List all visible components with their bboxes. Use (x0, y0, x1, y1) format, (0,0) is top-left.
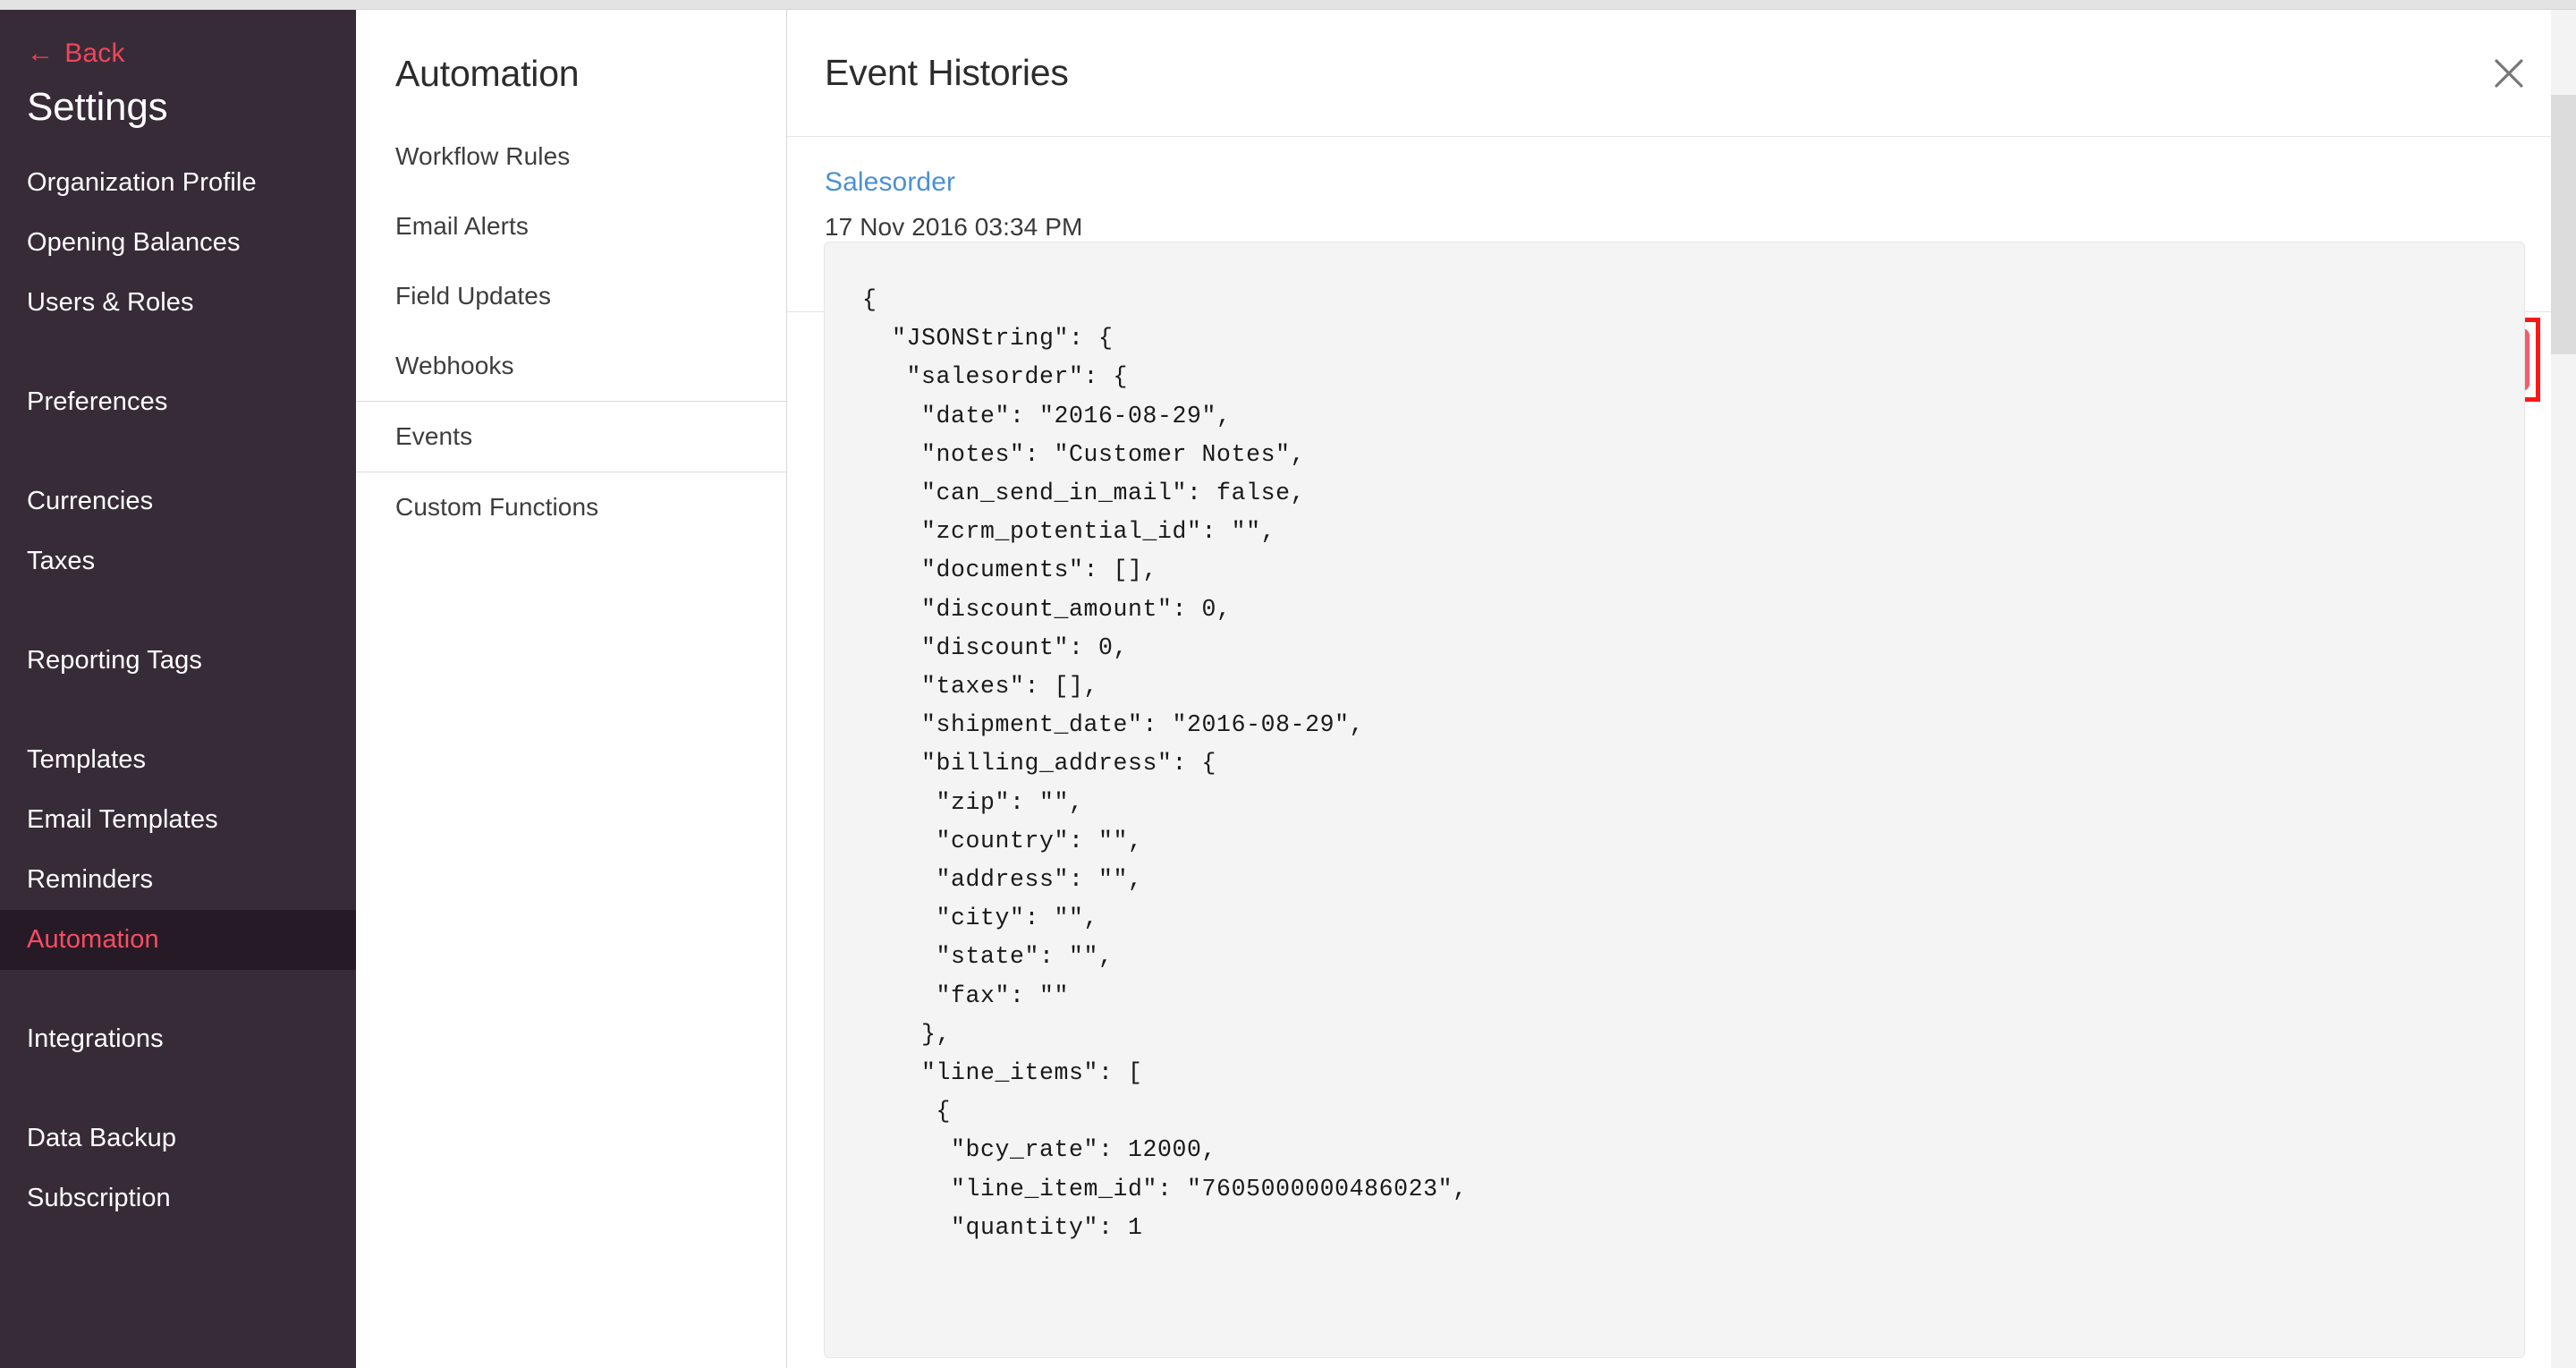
sidebar-item-taxes[interactable]: Taxes (0, 531, 356, 591)
sidebar-group-7: Data Backup Subscription (0, 1109, 356, 1241)
submenu-item-email-alerts[interactable]: Email Alerts (356, 191, 786, 261)
sidebar-item-preferences[interactable]: Preferences (0, 372, 356, 432)
submenu-item-workflow-rules[interactable]: Workflow Rules (356, 122, 786, 191)
panel-header: Event Histories (787, 10, 2576, 137)
sidebar-item-reporting-tags[interactable]: Reporting Tags (0, 631, 356, 691)
submenu-item-field-updates[interactable]: Field Updates (356, 261, 786, 331)
app-window: ← Back Settings Organization Profile Ope… (0, 0, 2576, 1368)
sidebar-item-automation[interactable]: Automation (0, 910, 356, 970)
top-strip (0, 0, 2576, 10)
sidebar-item-subscription[interactable]: Subscription (0, 1168, 356, 1228)
sidebar-group-3: Currencies Taxes (0, 472, 356, 604)
sidebar-divider-4 (0, 703, 356, 730)
submenu-item-events[interactable]: Events (356, 401, 786, 472)
sidebar-item-opening-balances[interactable]: Opening Balances (0, 213, 356, 273)
sidebar-divider-3 (0, 604, 356, 631)
close-icon[interactable] (2488, 53, 2529, 94)
sidebar-divider-6 (0, 1082, 356, 1109)
automation-submenu-column: Automation Workflow Rules Email Alerts F… (356, 10, 787, 1368)
event-histories-panel: Event Histories Salesorder 17 Nov 2016 0… (787, 10, 2576, 1368)
sidebar-divider-2 (0, 445, 356, 472)
sidebar-divider-5 (0, 982, 356, 1009)
sidebar-group-6: Integrations (0, 1009, 356, 1082)
sidebar-item-templates[interactable]: Templates (0, 730, 356, 790)
settings-sidebar: ← Back Settings Organization Profile Ope… (0, 10, 356, 1368)
sidebar-group-5: Templates Email Templates Reminders Auto… (0, 730, 356, 982)
event-data-code-block: { "JSONString": { "salesorder": { "date"… (824, 242, 2525, 1358)
automation-heading: Automation (356, 10, 786, 122)
sidebar-group-1: Organization Profile Opening Balances Us… (0, 153, 356, 345)
sidebar-item-users-roles[interactable]: Users & Roles (0, 273, 356, 333)
vertical-scrollbar-track[interactable] (2551, 10, 2576, 1368)
sidebar-item-integrations[interactable]: Integrations (0, 1009, 356, 1069)
sidebar-item-data-backup[interactable]: Data Backup (0, 1109, 356, 1168)
sidebar-group-4: Reporting Tags (0, 631, 356, 703)
sidebar-item-currencies[interactable]: Currencies (0, 472, 356, 531)
back-button[interactable]: ← Back (0, 26, 356, 74)
vertical-scrollbar-thumb[interactable] (2551, 95, 2576, 354)
submenu-item-custom-functions[interactable]: Custom Functions (356, 472, 786, 542)
event-name-link[interactable]: Salesorder (825, 167, 955, 198)
sidebar-item-organization-profile[interactable]: Organization Profile (0, 153, 356, 213)
submenu-item-webhooks[interactable]: Webhooks (356, 331, 786, 401)
arrow-left-icon: ← (27, 40, 54, 67)
sidebar-divider-1 (0, 345, 356, 372)
sidebar-item-reminders[interactable]: Reminders (0, 850, 356, 910)
event-json-payload: { "JSONString": { "salesorder": { "date"… (825, 281, 2524, 1247)
sidebar-group-2: Preferences (0, 372, 356, 445)
sidebar-item-email-templates[interactable]: Email Templates (0, 790, 356, 850)
panel-title: Event Histories (825, 52, 1069, 94)
back-label: Back (64, 38, 125, 69)
page-title: Settings (0, 74, 356, 153)
